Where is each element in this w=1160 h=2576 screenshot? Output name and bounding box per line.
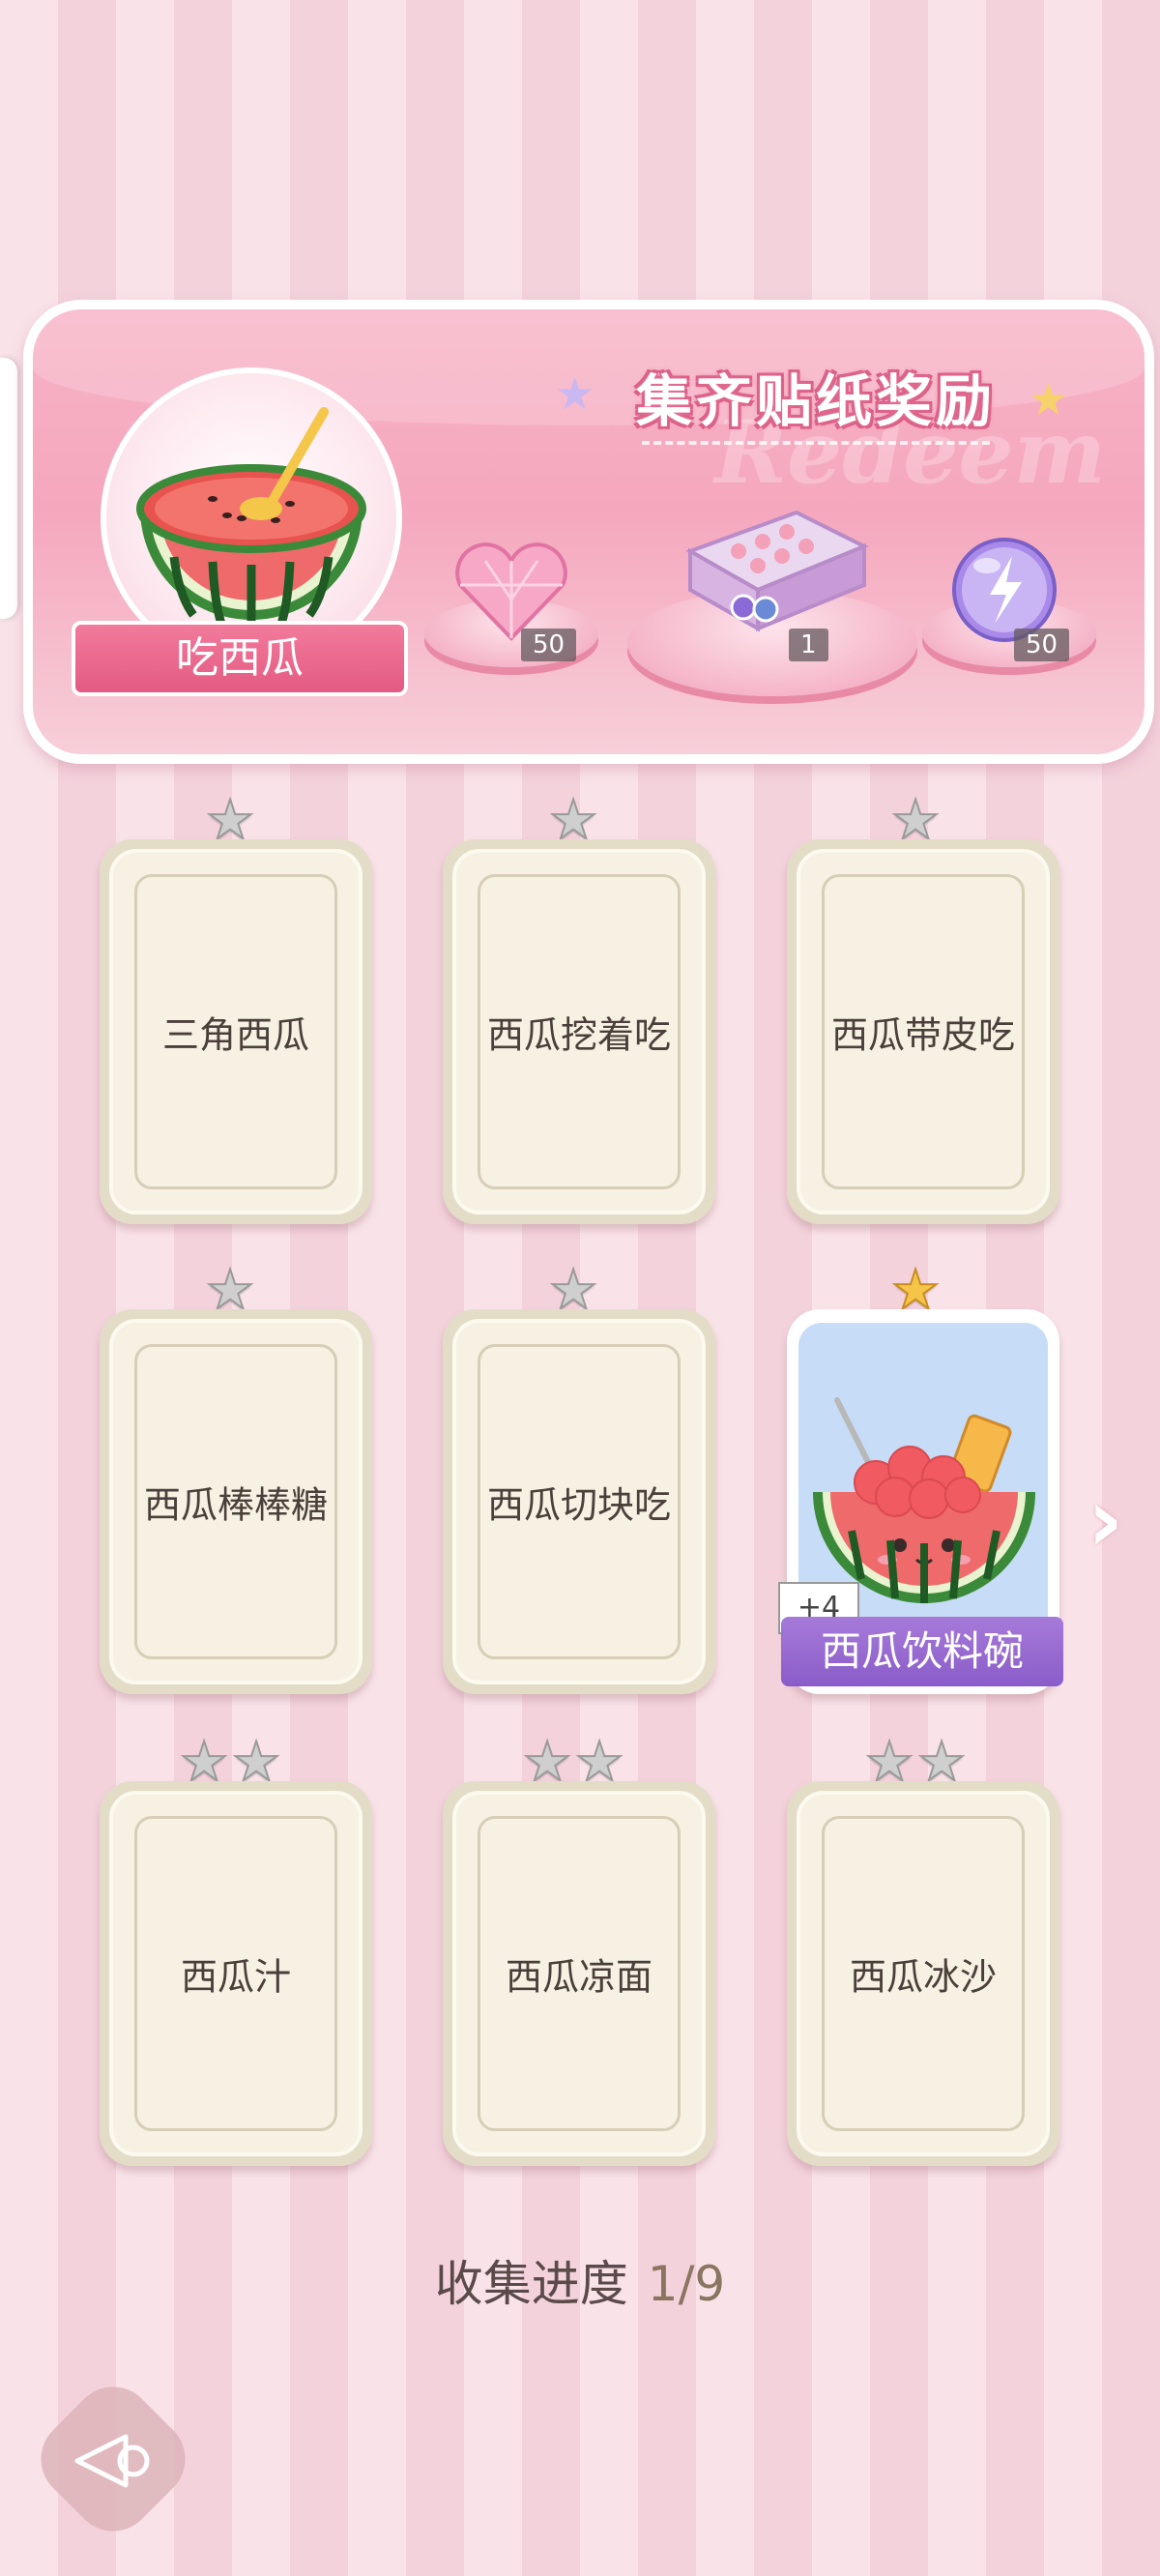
sticker-card[interactable]: 西瓜汁 bbox=[100, 1781, 372, 2166]
collection-progress: 收集进度 1/9 bbox=[0, 2245, 1160, 2315]
reward-count: 1 bbox=[789, 629, 828, 661]
sticker-card-name: 西瓜棒棒糖 bbox=[143, 1483, 328, 1527]
chevron-right-icon[interactable]: › bbox=[1088, 1470, 1123, 1571]
progress-label: 收集进度 bbox=[434, 2256, 628, 2312]
sticker-card[interactable]: 西瓜凉面 bbox=[443, 1781, 715, 2166]
sticker-card-name: 三角西瓜 bbox=[161, 1013, 309, 1057]
progress-value: 1/9 bbox=[647, 2256, 726, 2312]
reward-count: 50 bbox=[521, 629, 577, 661]
sticker-card-name: 西瓜凉面 bbox=[505, 1955, 652, 1999]
sticker-card-name: 西瓜饮料碗 bbox=[781, 1617, 1063, 1686]
sticker-card-name: 西瓜挖着吃 bbox=[486, 1013, 671, 1057]
sticker-card-name: 西瓜切块吃 bbox=[486, 1483, 671, 1527]
sticker-card-name: 西瓜汁 bbox=[180, 1955, 291, 1999]
back-arrow-icon bbox=[74, 2434, 150, 2488]
sticker-card-name: 西瓜冰沙 bbox=[849, 1955, 997, 1999]
sticker-card[interactable]: 西瓜冰沙 bbox=[787, 1781, 1059, 2166]
sticker-card[interactable]: 西瓜棒棒糖 bbox=[100, 1309, 372, 1694]
star-decoration-icon: ★ bbox=[1029, 373, 1069, 425]
theme-name-ribbon: 吃西瓜 bbox=[72, 621, 408, 696]
sticker-card[interactable]: 西瓜带皮吃 bbox=[787, 839, 1059, 1224]
watermelon-bowl-icon bbox=[136, 407, 366, 632]
banner-title: 集齐贴纸奖励 bbox=[603, 348, 1029, 454]
reward-count: 50 bbox=[1014, 629, 1070, 661]
side-drawer-tab[interactable] bbox=[0, 358, 17, 619]
sticker-card-name: 西瓜带皮吃 bbox=[830, 1013, 1015, 1057]
reward-banner: Redeem ★ ★ 集齐贴纸奖励 吃西瓜 50 1 50 bbox=[23, 300, 1154, 764]
sticker-card[interactable]: 三角西瓜 bbox=[100, 839, 372, 1224]
star-decoration-icon: ★ bbox=[555, 367, 595, 420]
sticker-card[interactable]: 西瓜挖着吃 bbox=[443, 839, 715, 1224]
gift-box-icon[interactable] bbox=[671, 493, 874, 638]
sticker-card[interactable]: 西瓜切块吃 bbox=[443, 1309, 715, 1694]
